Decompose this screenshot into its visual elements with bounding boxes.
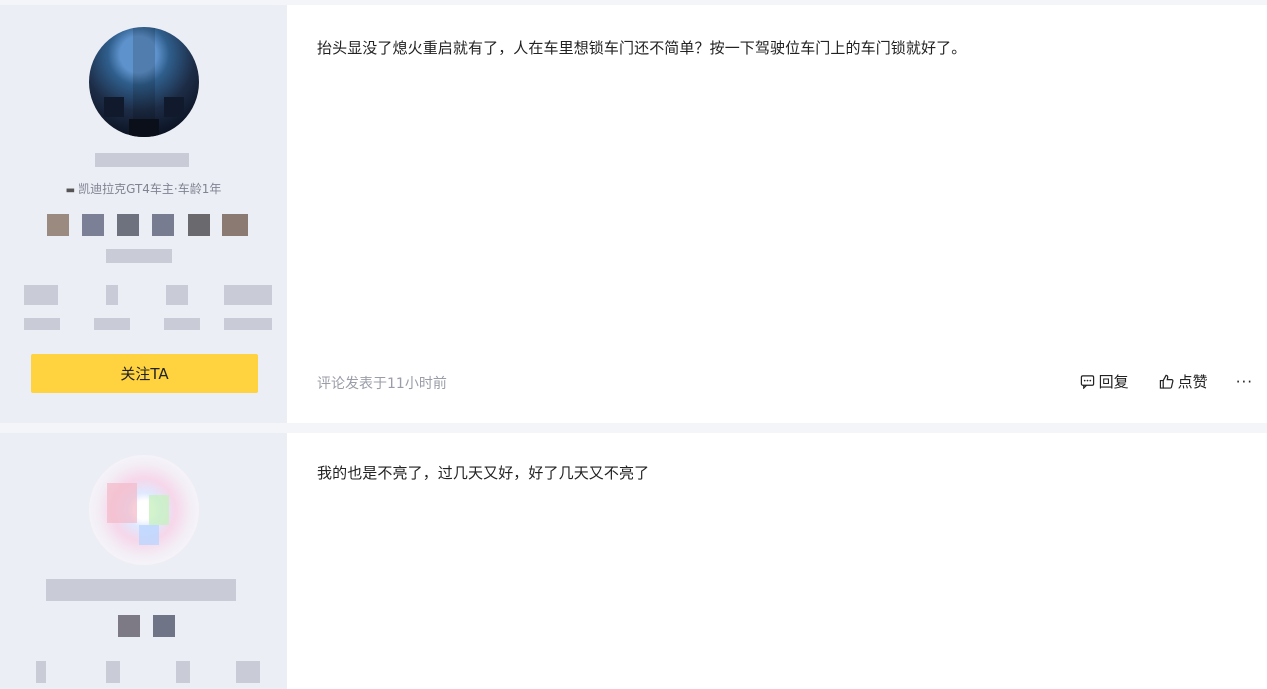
more-button[interactable]: ···: [1236, 373, 1253, 391]
comment-card: ▬ 凯迪拉克GT4车主·车龄1年 关注TA 抬头显没了熄火重启就有了，人在车里想锁…: [0, 5, 1267, 423]
medal-icon: [153, 615, 175, 637]
comment-card: 我的也是不亮了，过几天又好，好了几天又不亮了: [0, 433, 1267, 689]
comment-text: 抬头显没了熄火重启就有了，人在车里想锁车门还不简单？按一下驾驶位车门上的车门锁就…: [317, 39, 967, 57]
stat-value-blurred: [176, 661, 190, 683]
like-button[interactable]: 点赞: [1159, 371, 1208, 392]
medal-icon: [118, 615, 140, 637]
stat-value-blurred: [106, 285, 118, 305]
medal-icon: [47, 214, 69, 236]
comment-body: 我的也是不亮了，过几天又好，好了几天又不亮了: [287, 433, 1267, 689]
avatar[interactable]: [89, 27, 199, 137]
username-blurred[interactable]: [46, 579, 236, 601]
medal-icon: [82, 214, 104, 236]
reply-label: 回复: [1098, 373, 1129, 391]
comment-timestamp: 评论发表于11小时前: [317, 376, 447, 392]
stat-value-blurred: [106, 661, 120, 683]
stat-label-blurred: [224, 318, 272, 330]
stat-label-blurred: [24, 318, 60, 330]
username-blurred[interactable]: [95, 153, 189, 167]
stat-label-blurred: [94, 318, 130, 330]
cadillac-logo-icon: ▬: [65, 185, 76, 196]
medal-icon: [188, 214, 210, 236]
comment-actions: 回复 点赞 ···: [1050, 371, 1253, 392]
reply-button[interactable]: 回复: [1080, 371, 1129, 392]
medal-icon: [117, 214, 139, 236]
stat-value-blurred: [236, 661, 260, 683]
stat-label-blurred: [164, 318, 200, 330]
user-tag-blurred: [106, 249, 172, 263]
medal-icon: [222, 214, 248, 236]
comment-body: 抬头显没了熄火重启就有了，人在车里想锁车门还不简单？按一下驾驶位车门上的车门锁就…: [287, 5, 1267, 423]
stat-value-blurred: [224, 285, 272, 305]
user-panel: ▬ 凯迪拉克GT4车主·车龄1年 关注TA: [0, 5, 287, 423]
stat-value-blurred: [166, 285, 188, 305]
owner-badge-text: 凯迪拉克GT4车主·车龄1年: [78, 182, 222, 196]
thumb-up-icon: [1159, 374, 1174, 389]
like-label: 点赞: [1177, 373, 1208, 391]
stat-value-blurred: [36, 661, 46, 683]
follow-button[interactable]: 关注TA: [31, 354, 258, 393]
comment-text: 我的也是不亮了，过几天又好，好了几天又不亮了: [317, 464, 650, 482]
comment-icon: [1080, 375, 1094, 389]
stat-value-blurred: [24, 285, 58, 305]
user-panel: [0, 433, 287, 689]
owner-badge: ▬ 凯迪拉克GT4车主·车龄1年: [0, 180, 287, 197]
medal-icon: [152, 214, 174, 236]
avatar[interactable]: [89, 455, 199, 565]
